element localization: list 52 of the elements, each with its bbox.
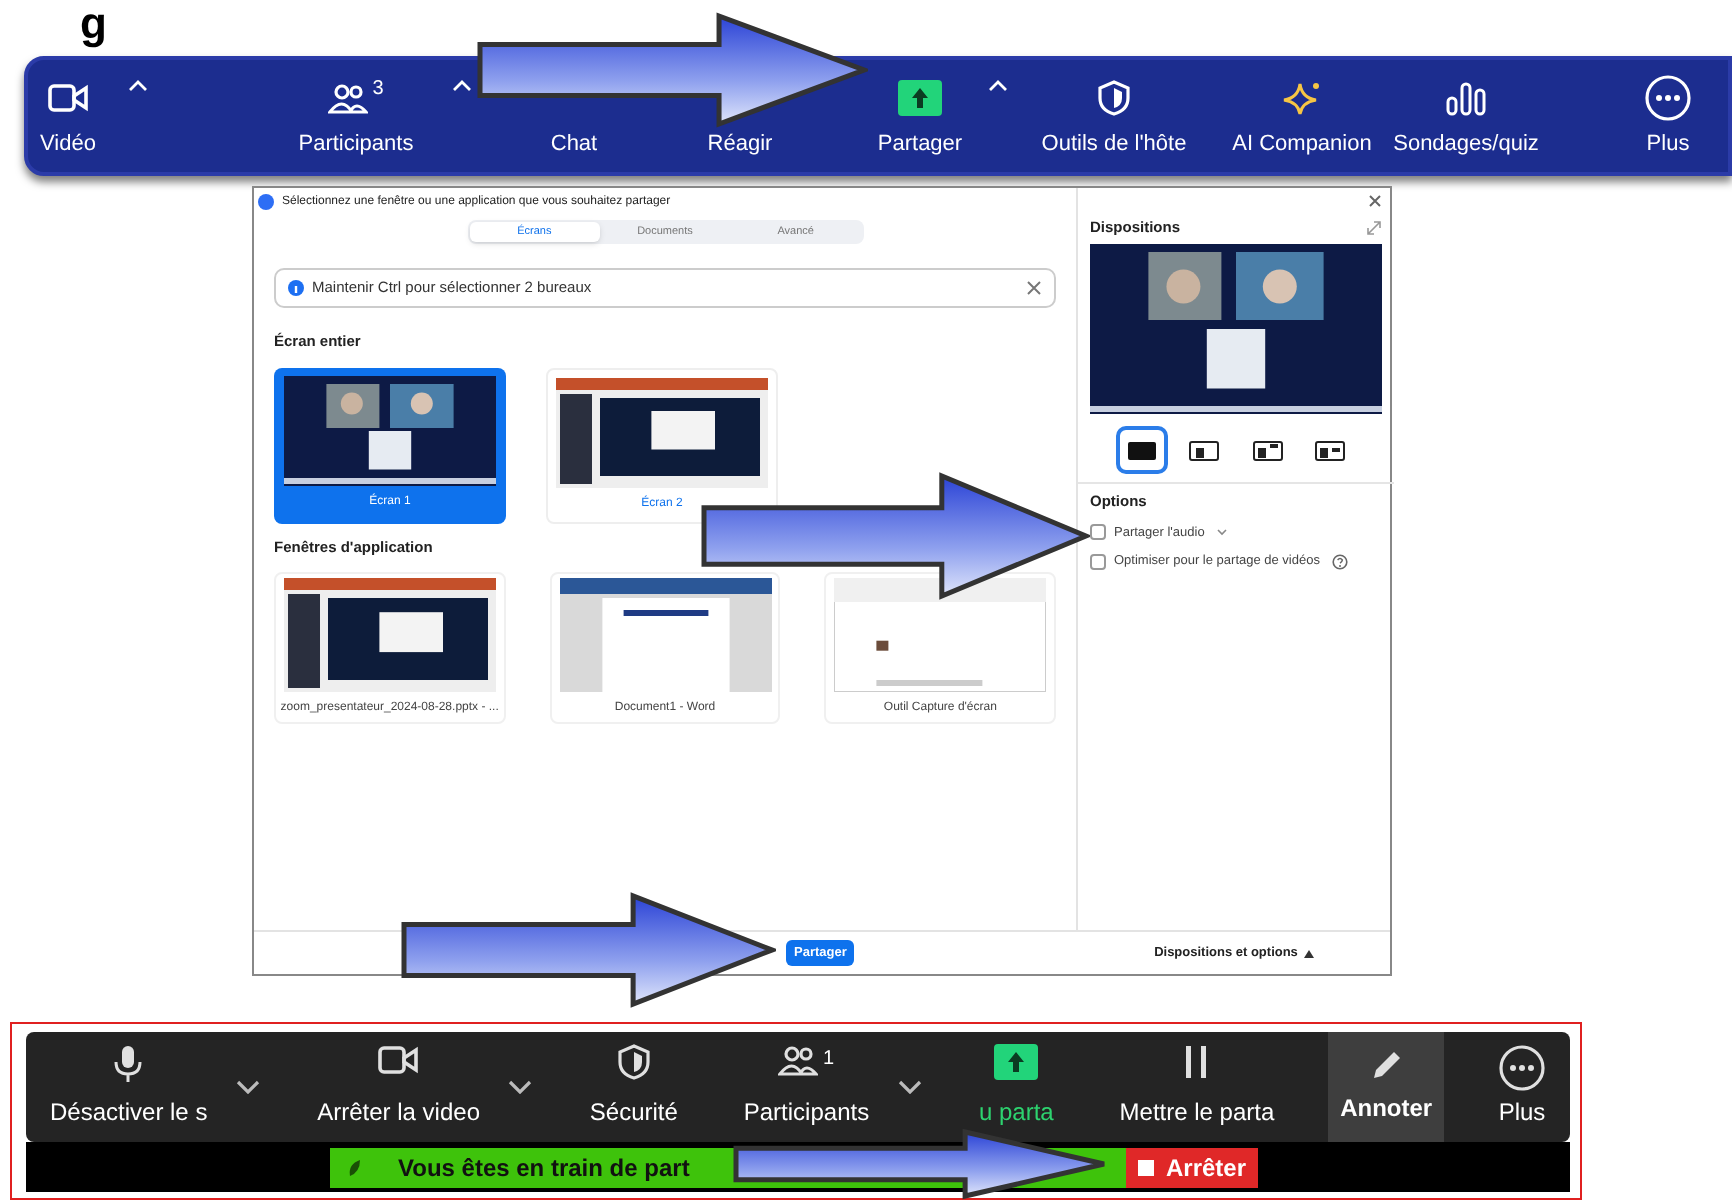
pause-icon <box>1182 1044 1211 1080</box>
share-screen-icon <box>898 79 942 115</box>
count-label: 3 <box>372 75 384 103</box>
leaf-icon <box>346 1157 362 1177</box>
layout-option[interactable] <box>1115 426 1168 475</box>
toolbar-button[interactable]: Annoter <box>1328 1032 1445 1142</box>
share-screen-icon <box>994 1044 1039 1080</box>
toolbar-button[interactable]: Désactiver le s <box>38 1040 220 1134</box>
microphone-icon <box>112 1044 145 1084</box>
close-icon[interactable] <box>1368 194 1382 208</box>
sparkle-icon <box>1282 79 1322 115</box>
toolbar-button[interactable]: u parta <box>967 1040 1066 1134</box>
people-icon <box>778 1044 819 1076</box>
toolbar-button[interactable]: Sondages/quiz <box>1386 73 1546 160</box>
toolbar-button[interactable]: Chat <box>534 127 614 160</box>
checkbox[interactable] <box>1090 524 1106 541</box>
app-logo-icon <box>258 194 274 210</box>
toolbar-button[interactable]: Réagir <box>696 127 784 160</box>
caret-icon[interactable] <box>1303 949 1314 957</box>
toolbar-button[interactable]: Plus <box>1486 1040 1558 1134</box>
heading-text: g <box>80 0 107 48</box>
close-icon[interactable] <box>1026 280 1042 296</box>
bar-chart-icon <box>1444 79 1488 115</box>
toolbar-button[interactable]: Outils de l'hôte <box>1018 73 1210 160</box>
count-label: 1 <box>822 1046 834 1074</box>
caret-icon[interactable] <box>508 1080 532 1094</box>
toolbar-button[interactable]: AI Companion <box>1218 73 1386 160</box>
caret-icon[interactable] <box>235 1080 260 1094</box>
more-icon <box>1644 73 1692 121</box>
pencil-icon <box>1368 1048 1405 1084</box>
shield-icon <box>1098 79 1130 115</box>
video-camera-icon <box>378 1044 419 1076</box>
stop-button[interactable]: Arrêter <box>1126 1147 1258 1187</box>
toolbar-button[interactable]: 3 Participants <box>276 73 436 160</box>
video-camera-icon <box>48 81 88 113</box>
banner-text: Vous êtes en train de part <box>398 1151 690 1185</box>
toolbar-button[interactable]: Partager <box>864 73 976 160</box>
toolbar-button[interactable]: Plus <box>1632 73 1704 160</box>
stop-square-icon <box>1137 1159 1154 1175</box>
people-icon <box>328 81 369 113</box>
toolbar-button[interactable]: Vidéo <box>28 73 108 160</box>
caret-icon[interactable] <box>897 1080 922 1094</box>
expand-icon[interactable] <box>1366 219 1382 236</box>
toolbar-button[interactable]: Mettre le parta <box>1107 1040 1287 1134</box>
checkbox[interactable] <box>1090 554 1106 571</box>
toolbar-button[interactable]: Sécurité <box>577 1040 690 1134</box>
help-icon[interactable] <box>1331 554 1348 571</box>
toolbar-button[interactable]: Arrêter la video <box>305 1040 492 1134</box>
shield-icon <box>617 1044 650 1080</box>
toolbar-button[interactable]: 1 Participants <box>731 1040 882 1134</box>
info-icon <box>288 280 304 296</box>
more-icon <box>1498 1044 1546 1092</box>
